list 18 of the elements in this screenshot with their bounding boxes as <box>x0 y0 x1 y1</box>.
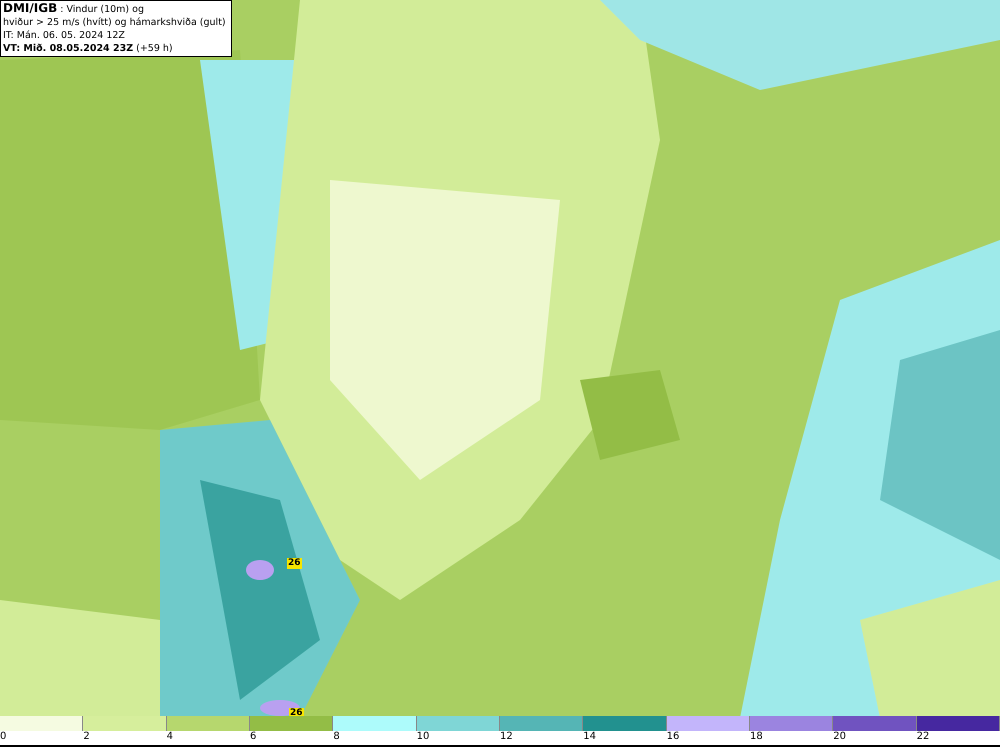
scale-label: 14 <box>583 731 596 742</box>
initial-time: IT: Mán. 06. 05. 2024 12Z <box>3 29 126 42</box>
scale-label: 16 <box>666 731 680 742</box>
scale-label: 8 <box>333 731 340 742</box>
scale-label: 2 <box>83 731 90 742</box>
map-title: DMI/IGB : Vindur (10m) og <box>3 2 146 16</box>
gust-label: 26 <box>289 708 304 716</box>
valid-time: VT: Mið. 08.05.2024 23Z (+59 h) <box>3 42 174 55</box>
scale-label: 12 <box>500 731 513 742</box>
scale-label: 22 <box>916 731 930 742</box>
gust-label: 26 <box>287 558 302 569</box>
scale-label: 10 <box>416 731 430 742</box>
scale-label: 0 <box>0 731 6 742</box>
scale-label: 4 <box>166 731 174 742</box>
scale-label: 18 <box>750 731 763 742</box>
map-subtitle: hviður > 25 m/s (hvítt) og hámarkshviða (gult) <box>3 16 227 29</box>
scale-label: 6 <box>250 731 256 742</box>
scale-label: 20 <box>833 731 846 742</box>
